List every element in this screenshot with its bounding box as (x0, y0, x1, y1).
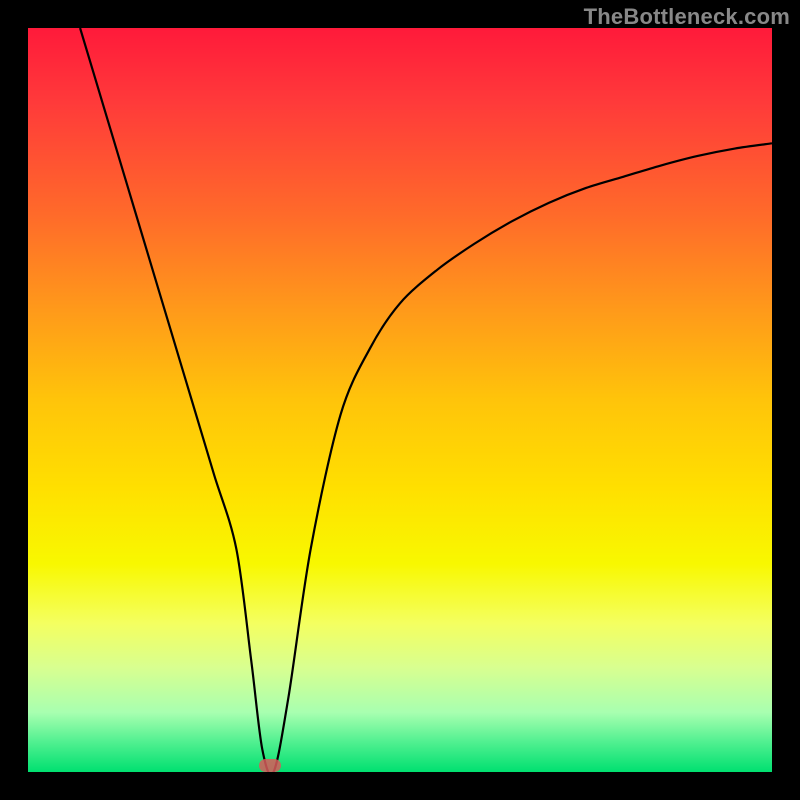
chart-plot-area (28, 28, 772, 772)
bottleneck-curve (28, 28, 772, 772)
minimum-marker (259, 759, 281, 772)
watermark-text: TheBottleneck.com (584, 4, 790, 30)
